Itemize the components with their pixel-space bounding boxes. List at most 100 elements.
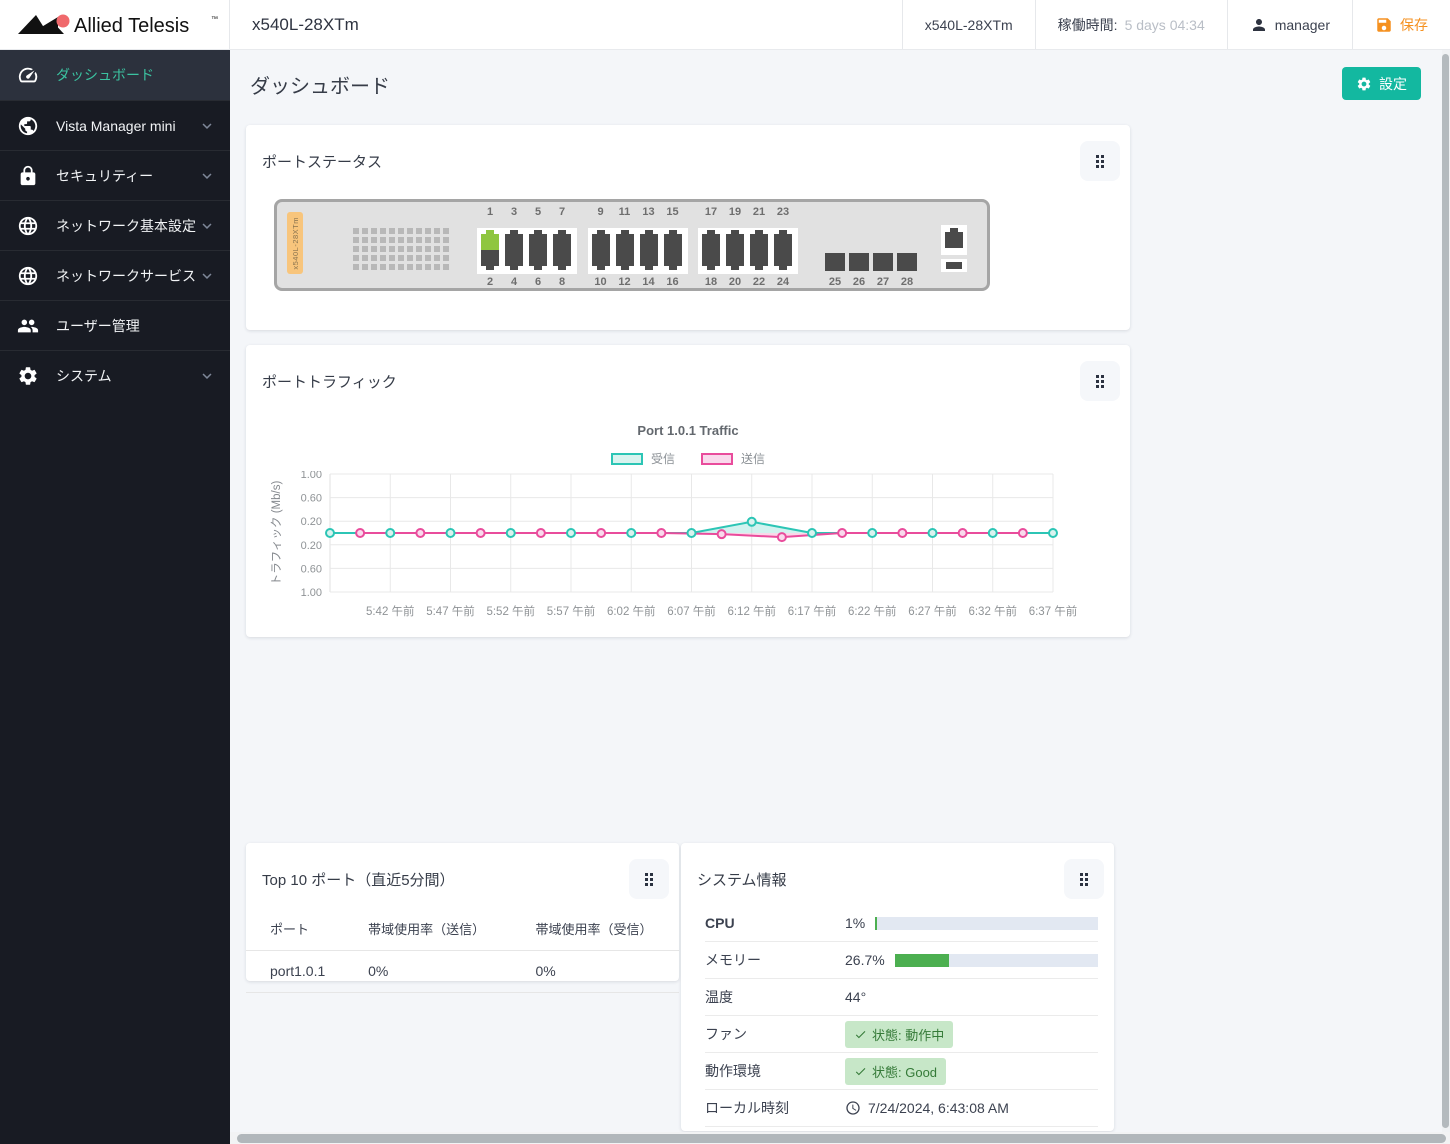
clock-icon — [846, 1101, 860, 1115]
drag-handle[interactable] — [1080, 361, 1120, 401]
port-number: 16 — [666, 276, 679, 288]
switch-vents — [353, 228, 449, 270]
rj45-port[interactable] — [945, 228, 963, 248]
table-row[interactable]: port1.0.1 0% 0% — [246, 950, 679, 993]
horizontal-scrollbar[interactable] — [230, 1132, 1450, 1144]
chevron-down-icon — [198, 267, 216, 285]
user-menu[interactable]: manager — [1226, 0, 1352, 49]
sidebar-item-4[interactable]: ネットワークサービス — [0, 250, 230, 300]
data-point-tx — [535, 528, 546, 538]
rj45-port[interactable] — [639, 250, 658, 270]
sidebar-item-label: ネットワーク基本設定 — [56, 217, 196, 234]
text-value: 44° — [845, 989, 867, 1005]
sidebar-item-6[interactable]: システム — [0, 350, 230, 400]
rj45-port[interactable] — [553, 230, 571, 250]
x-tick-label: 5:47 午前 — [426, 604, 475, 618]
port-number: 3 — [510, 206, 518, 218]
port-number: 10 — [594, 276, 607, 288]
app-header: Allied Telesis ™ x540L-28XTm x540L-28XTm… — [0, 0, 1450, 50]
settings-button[interactable]: 設定 — [1342, 67, 1421, 100]
legend-item: 送信 — [701, 450, 765, 467]
rj45-port[interactable] — [591, 250, 610, 270]
rj45-port[interactable] — [663, 230, 682, 250]
uptime: 稼働時間: 5 days 04:34 — [1034, 0, 1227, 49]
sidebar-item-dashboard[interactable]: ダッシュボード — [0, 50, 230, 100]
rj45-port[interactable] — [505, 250, 523, 270]
port-number: 20 — [728, 276, 742, 288]
rj45-port[interactable] — [529, 250, 547, 270]
system-info-label: 温度 — [705, 989, 733, 1005]
drag-handle[interactable] — [629, 859, 669, 899]
data-point-rx — [445, 528, 456, 538]
rj45-port[interactable] — [774, 230, 792, 250]
rj45-port[interactable] — [750, 230, 768, 250]
legend-item: 受信 — [610, 450, 675, 467]
rj45-port[interactable] — [529, 230, 547, 250]
rj45-port[interactable] — [505, 230, 523, 250]
table-cell: 0% — [344, 950, 512, 993]
system-info-rows: CPU 1% メモリー 26.7% 温度 44° ファン 状態: 動作中 動作環境 状態: Goo… — [681, 905, 1114, 1127]
x-tick-label: 5:52 午前 — [486, 604, 535, 618]
rj45-port[interactable] — [481, 250, 499, 270]
page-title: ダッシュボード — [250, 76, 390, 98]
port-number: 22 — [752, 276, 766, 288]
port-number: 2 — [486, 276, 494, 288]
save-label: 保存 — [1400, 16, 1428, 33]
port-number: 15 — [666, 206, 679, 218]
system-info-label: CPU — [705, 915, 735, 931]
port-number: 13 — [642, 206, 655, 218]
rj45-port[interactable] — [553, 250, 571, 270]
rj45-port[interactable] — [615, 230, 634, 250]
system-info-value: 26.7% — [845, 952, 1098, 968]
floppy-disk-icon — [1377, 17, 1391, 32]
port-status-card: ポートステータス x540L-28XTm 1 3 5 7 2 4 6 8 9 11 13 15 10 12… — [246, 125, 1130, 330]
person-icon — [1252, 18, 1265, 31]
rj45-port[interactable] — [591, 230, 610, 250]
legend-swatch — [701, 452, 733, 465]
system-info-row: ファン 状態: 動作中 — [705, 1016, 1098, 1053]
y-tick-label: 0.60 — [301, 563, 322, 575]
brand-text: Allied Telesis — [74, 15, 189, 37]
sfp-port[interactable] — [825, 253, 845, 271]
drag-handle[interactable] — [1064, 859, 1104, 899]
rj45-port[interactable] — [481, 230, 499, 250]
sfp-port[interactable] — [873, 253, 893, 271]
x-tick-label: 6:17 午前 — [788, 604, 837, 618]
gear-icon — [1357, 77, 1371, 90]
vertical-scrollbar-thumb[interactable] — [1442, 54, 1449, 1128]
data-point-tx — [355, 528, 366, 538]
rj45-port[interactable] — [615, 250, 634, 270]
vertical-scrollbar[interactable] — [1442, 50, 1450, 1132]
port-number: 24 — [776, 276, 790, 288]
save-button[interactable]: 保存 — [1352, 0, 1450, 49]
y-axis-label: トラフィック (Mb/s) — [270, 481, 283, 586]
sidebar-item-1[interactable]: Vista Manager mini — [0, 100, 230, 150]
system-info-label: ファン — [705, 1026, 747, 1042]
rj45-port[interactable] — [774, 250, 792, 270]
card-title: システム情報 — [697, 872, 787, 889]
sidebar-item-2[interactable]: セキュリティー — [0, 150, 230, 200]
port-number: 11 — [618, 206, 631, 218]
uptime-label: 稼働時間: — [1057, 16, 1118, 33]
sfp-port[interactable] — [849, 253, 869, 271]
rj45-port[interactable] — [726, 250, 744, 270]
sidebar-item-5[interactable]: ユーザー管理 — [0, 300, 230, 350]
sidebar-item-3[interactable]: ネットワーク基本設定 — [0, 200, 230, 250]
rj45-port[interactable] — [702, 250, 720, 270]
horizontal-scrollbar-thumb[interactable] — [237, 1134, 1446, 1143]
rj45-port[interactable] — [726, 230, 744, 250]
rj45-port[interactable] — [639, 230, 658, 250]
system-info-row: ローカル時刻 7/24/2024, 6:43:08 AM — [705, 1090, 1098, 1127]
drag-handle[interactable] — [1080, 141, 1120, 181]
chart-title: Port 1.0.1 Traffic — [637, 423, 739, 438]
globe-icon — [16, 214, 40, 238]
data-point-tx — [957, 528, 968, 538]
rj45-port[interactable] — [750, 250, 768, 270]
rj45-port[interactable] — [663, 250, 682, 270]
drag-handle-icon — [645, 872, 653, 886]
rj45-port[interactable] — [702, 230, 720, 250]
sfp-port[interactable] — [897, 253, 917, 271]
system-info-row: CPU 1% — [705, 905, 1098, 942]
data-point-rx — [505, 528, 516, 538]
system-info-value: 7/24/2024, 6:43:08 AM — [845, 1100, 1098, 1116]
